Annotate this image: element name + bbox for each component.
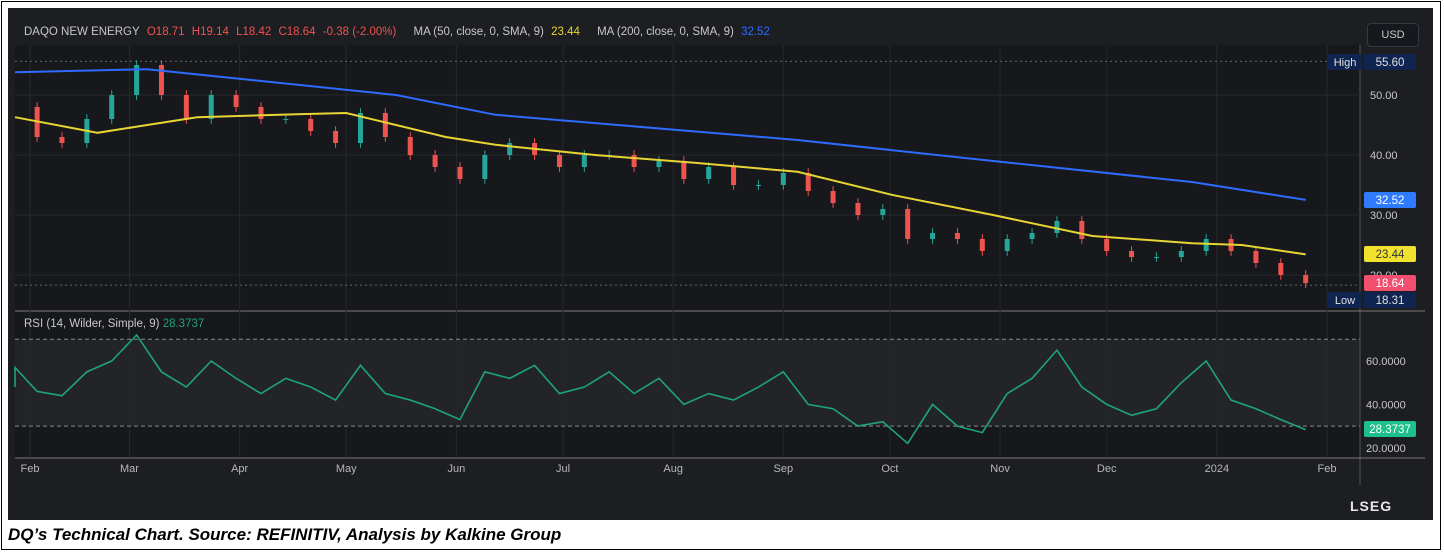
ohlc-open: O18.71 — [146, 26, 185, 38]
high-tag-text: 55.60 — [1376, 57, 1405, 69]
candle — [780, 173, 786, 185]
rsi-tick-label: 40.0000 — [1366, 399, 1406, 411]
candle — [507, 143, 513, 155]
low-tag-text: 18.31 — [1376, 295, 1405, 307]
candle — [1129, 251, 1135, 257]
candle — [1278, 263, 1284, 275]
candle — [1104, 239, 1110, 251]
ma200-value: 32.52 — [741, 26, 770, 38]
x-tick-label: Aug — [663, 463, 683, 475]
candle — [830, 191, 836, 203]
x-tick-label: Jul — [556, 463, 570, 475]
candle — [432, 155, 438, 167]
x-tick-label: Oct — [881, 463, 898, 475]
x-tick-label: Mar — [120, 463, 139, 475]
candle — [233, 95, 239, 107]
ma50-value: 23.44 — [551, 26, 580, 38]
x-tick-label: Sep — [774, 463, 794, 475]
ma200-tag-text: 32.52 — [1376, 195, 1405, 207]
price-change: -0.38 (-2.00%) — [322, 26, 397, 38]
candle — [979, 239, 985, 251]
candle — [1303, 275, 1309, 284]
x-tick-label: Dec — [1097, 463, 1117, 475]
price-legend: DAQO NEW ENERGY O18.71 H19.14 L18.42 C18… — [24, 26, 774, 38]
high-tag-label: High — [1334, 57, 1357, 69]
x-tick-label: Feb — [21, 463, 40, 475]
candle — [1004, 239, 1010, 251]
symbol-name: DAQO NEW ENERGY — [24, 26, 140, 38]
candle — [109, 95, 115, 119]
currency-button[interactable]: USD — [1367, 23, 1419, 47]
brand-text: LSEG — [1350, 498, 1393, 514]
candle — [905, 209, 911, 239]
rsi-band — [15, 339, 1360, 427]
candle — [382, 113, 388, 137]
candle — [59, 137, 65, 143]
price-tick-label: 50.00 — [1370, 90, 1398, 102]
candle — [930, 233, 936, 239]
rsi-tick-label: 20.0000 — [1366, 443, 1406, 455]
candle — [755, 185, 761, 186]
x-tick-label: Apr — [231, 463, 248, 475]
ohlc-high: H19.14 — [191, 26, 229, 38]
candle — [706, 167, 712, 179]
candle — [333, 131, 339, 143]
x-tick-label: Nov — [990, 463, 1010, 475]
candle — [407, 137, 413, 155]
candle — [457, 167, 463, 179]
ma50-tag-text: 23.44 — [1376, 249, 1405, 261]
candle — [183, 95, 189, 119]
candle — [1178, 251, 1184, 257]
candle — [556, 155, 562, 167]
candle — [283, 119, 289, 120]
candle — [880, 209, 886, 215]
rsi-tick-label: 60.0000 — [1366, 356, 1406, 368]
chart-svg: Feb Mar Apr May Jun Jul Aug Sep Oct Nov Dec 2024 Feb… — [14, 45, 1425, 485]
ma200-label[interactable]: MA (200, close, 0, SMA, 9) — [597, 26, 734, 38]
candle — [855, 203, 861, 215]
ma50-label[interactable]: MA (50, close, 0, SMA, 9) — [414, 26, 544, 38]
x-tick-label: Jun — [448, 463, 466, 475]
x-tick-label: Feb — [1318, 463, 1337, 475]
ohlc-close: C18.64 — [278, 26, 316, 38]
candle — [208, 95, 214, 119]
candle — [1153, 257, 1159, 258]
candle — [1054, 221, 1060, 233]
candle — [1029, 233, 1035, 239]
candle — [1079, 221, 1085, 239]
candle — [258, 107, 264, 119]
last-price-tag-text: 18.64 — [1376, 278, 1405, 290]
rsi-legend: RSI (14, Wilder, Simple, 9) 28.3737 — [24, 318, 204, 330]
figure-caption: DQ’s Technical Chart. Source: REFINITIV,… — [8, 525, 562, 544]
candle — [731, 167, 737, 185]
rsi-tag-text: 28.3737 — [1369, 424, 1411, 436]
candle — [581, 155, 587, 167]
candle — [954, 233, 960, 239]
candle — [308, 119, 314, 131]
rsi-value: 28.3737 — [162, 318, 205, 330]
price-tick-label: 40.00 — [1370, 150, 1398, 162]
candle — [681, 161, 687, 179]
candle — [1203, 239, 1209, 251]
x-tick-label: May — [336, 463, 357, 475]
x-tick-label: 2024 — [1205, 463, 1229, 475]
ohlc-low: L18.42 — [236, 26, 272, 38]
candle — [631, 155, 637, 167]
candle — [482, 155, 488, 179]
rsi-label[interactable]: RSI (14, Wilder, Simple, 9) — [24, 318, 159, 330]
lseg-logo: LSEG — [1350, 498, 1392, 514]
low-tag-label: Low — [1335, 295, 1355, 307]
candle — [656, 161, 662, 167]
candle — [1253, 251, 1259, 263]
price-tick-label: 30.00 — [1370, 210, 1398, 222]
